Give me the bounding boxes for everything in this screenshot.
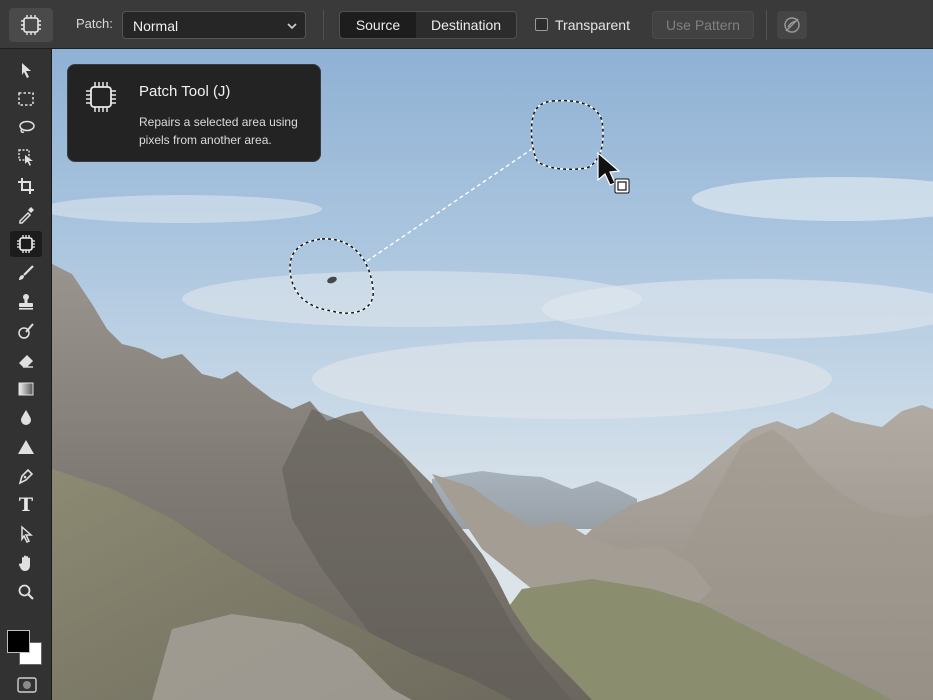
patch-drag-line: [366, 148, 533, 262]
tooltip-title: Patch Tool (J): [139, 83, 231, 100]
type-icon: T: [18, 494, 34, 516]
patch-mode-label: Patch:: [76, 16, 113, 31]
move-arrow-icon: [22, 63, 31, 78]
history-brush-icon: [18, 323, 34, 339]
options-bar: Patch: Normal Source Destination Transpa…: [0, 0, 933, 49]
transparent-checkbox[interactable]: [535, 18, 548, 31]
patch-icon: [17, 235, 35, 253]
triangle-icon: [18, 440, 34, 454]
destination-button[interactable]: Destination: [416, 12, 516, 38]
divider: [323, 10, 324, 40]
hand-icon: [18, 555, 30, 571]
patch-tool-tooltip: Patch Tool (J) Repairs a selected area u…: [67, 64, 321, 162]
zoom-icon: [18, 584, 34, 600]
eraser-tool[interactable]: [10, 347, 42, 373]
dodge-tool[interactable]: [10, 434, 42, 460]
crop-tool[interactable]: [10, 173, 42, 199]
path-selection-icon: [21, 525, 33, 543]
transparent-label: Transparent: [555, 17, 630, 33]
path-selection-tool[interactable]: [10, 521, 42, 547]
eyedropper-icon: [19, 207, 34, 224]
quick-mask-icon[interactable]: [17, 677, 37, 693]
patch-tool-icon: [21, 15, 41, 35]
chevron-down-icon: [287, 23, 297, 30]
tool-preset-picker[interactable]: [9, 8, 53, 42]
gradient-icon: [18, 382, 34, 396]
drop-icon: [21, 410, 31, 425]
patch-mode-select[interactable]: Normal: [122, 11, 306, 39]
rectangular-marquee-tool[interactable]: [10, 86, 42, 112]
object-selection-icon: [18, 149, 33, 166]
brush-tool[interactable]: [10, 260, 42, 286]
diffusion-icon: [784, 17, 800, 33]
stamp-icon: [19, 294, 33, 310]
patch-destination-selection: [530, 99, 604, 170]
blur-tool[interactable]: [10, 405, 42, 431]
source-destination-toggle: Source Destination: [339, 11, 517, 39]
brush-icon: [19, 265, 34, 280]
tooltip-description: Repairs a selected area using pixels fro…: [139, 115, 298, 147]
pen-tool[interactable]: [10, 463, 42, 489]
zoom-tool[interactable]: [10, 579, 42, 605]
cloud: [52, 195, 322, 223]
tools-panel: T: [0, 49, 52, 700]
hand-tool[interactable]: [10, 550, 42, 576]
patch-destination-selection-white: [530, 99, 604, 170]
gradient-tool[interactable]: [10, 376, 42, 402]
eyedropper-tool[interactable]: [10, 202, 42, 228]
pen-icon: [18, 468, 34, 485]
patch-tool[interactable]: [10, 231, 42, 257]
marquee-icon: [18, 92, 34, 106]
source-button[interactable]: Source: [340, 12, 416, 38]
foreground-color-swatch[interactable]: [7, 630, 30, 653]
clone-stamp-tool[interactable]: [10, 289, 42, 315]
eraser-icon: [19, 355, 33, 368]
crop-icon: [18, 178, 34, 194]
patch-tool-icon: [86, 82, 116, 112]
move-tool[interactable]: [10, 57, 42, 83]
divider: [766, 10, 767, 40]
patch-cursor-icon: [597, 151, 630, 194]
object-selection-tool[interactable]: [10, 144, 42, 170]
use-pattern-button[interactable]: Use Pattern: [652, 11, 754, 39]
lasso-icon: [19, 120, 35, 133]
history-brush-tool[interactable]: [10, 318, 42, 344]
cloud: [692, 177, 933, 221]
patch-mode-value: Normal: [133, 18, 179, 34]
lasso-tool[interactable]: [10, 115, 42, 141]
cloud: [312, 339, 832, 419]
type-tool[interactable]: T: [10, 492, 42, 518]
diffusion-button[interactable]: [777, 11, 807, 39]
